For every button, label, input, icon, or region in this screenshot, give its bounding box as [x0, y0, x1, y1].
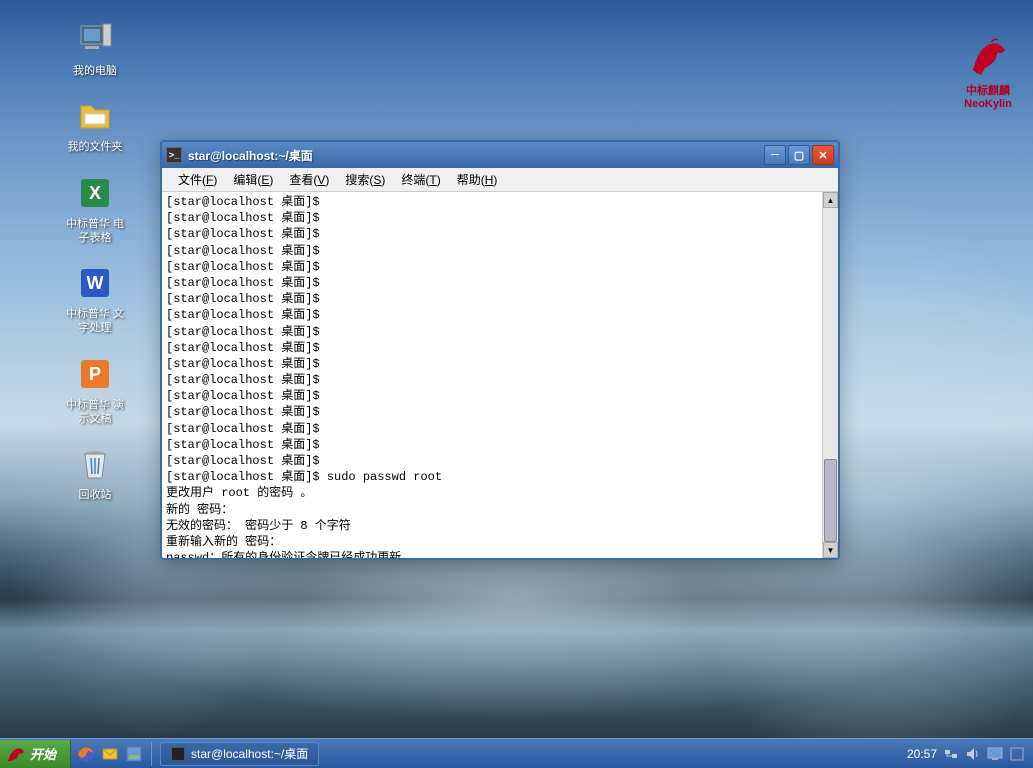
scroll-track[interactable]	[823, 208, 838, 542]
window-titlebar[interactable]: >_ star@localhost:~/桌面 ─ ▢ ✕	[162, 142, 838, 168]
svg-text:X: X	[89, 183, 101, 203]
desktop-icon-label: 我的电脑	[60, 64, 130, 78]
scroll-down-button[interactable]: ▼	[823, 542, 838, 558]
maximize-button[interactable]: ▢	[788, 145, 810, 165]
desktop-icon-presentation[interactable]: P 中标普华 演 示文稿	[60, 354, 130, 427]
window-title: star@localhost:~/桌面	[188, 147, 764, 164]
menu-view[interactable]: 查看(V)	[281, 169, 337, 190]
scroll-up-button[interactable]: ▲	[823, 192, 838, 208]
desktop-icon-label: 我的文件夹	[60, 140, 130, 154]
menubar: 文件(F) 编辑(E) 查看(V) 搜索(S) 终端(T) 帮助(H)	[162, 168, 838, 192]
network-icon[interactable]	[943, 746, 959, 762]
taskbar: 开始 star@localhost:~/桌面 20:57	[0, 738, 1033, 768]
system-tray: 20:57	[899, 746, 1033, 762]
desktop-icon-trash[interactable]: 回收站	[60, 444, 130, 502]
desktop-icon-computer[interactable]: 我的电脑	[60, 20, 130, 78]
desktop-icon-label: 中标普华 文 字处理	[60, 307, 130, 336]
folder-icon	[75, 96, 115, 136]
firefox-icon[interactable]	[75, 743, 97, 765]
menu-edit[interactable]: 编辑(E)	[225, 169, 281, 190]
tray-box-icon[interactable]	[1009, 746, 1025, 762]
desktop-icon-word[interactable]: W 中标普华 文 字处理	[60, 263, 130, 336]
desktop-icons: 我的电脑 我的文件夹 X 中标普华 电 子表格 W 中标普华 文 字处理 P 中…	[60, 20, 130, 503]
terminal-icon: >_	[166, 147, 182, 163]
menu-search[interactable]: 搜索(S)	[337, 169, 393, 190]
taskbar-item-terminal[interactable]: star@localhost:~/桌面	[160, 742, 319, 766]
start-button[interactable]: 开始	[0, 740, 71, 768]
scrollbar[interactable]: ▲ ▼	[822, 192, 838, 558]
distro-watermark: 中标麒麟 NeoKylin	[963, 30, 1013, 110]
taskbar-separator	[151, 742, 152, 766]
svg-text:W: W	[87, 273, 104, 293]
terminal-output[interactable]: [star@localhost 桌面]$ [star@localhost 桌面]…	[162, 192, 822, 558]
quick-launch	[71, 743, 149, 765]
close-button[interactable]: ✕	[812, 145, 834, 165]
mail-icon[interactable]	[99, 743, 121, 765]
start-label: 开始	[30, 744, 56, 763]
trash-icon	[75, 444, 115, 484]
desktop-icon-label: 中标普华 演 示文稿	[60, 398, 130, 427]
word-icon: W	[75, 263, 115, 303]
menu-terminal[interactable]: 终端(T)	[393, 169, 448, 190]
watermark-cn: 中标麒麟	[963, 82, 1013, 98]
desktop-icon-label: 回收站	[60, 488, 130, 502]
start-kylin-icon	[4, 743, 26, 765]
svg-text:P: P	[89, 364, 101, 384]
kylin-icon	[963, 30, 1013, 80]
desktop-icon-folder[interactable]: 我的文件夹	[60, 96, 130, 154]
watermark-en: NeoKylin	[963, 98, 1013, 110]
minimize-button[interactable]: ─	[764, 145, 786, 165]
desktop-icon-label: 中标普华 电 子表格	[60, 217, 130, 246]
presentation-icon: P	[75, 354, 115, 394]
terminal-window: >_ star@localhost:~/桌面 ─ ▢ ✕ 文件(F) 编辑(E)…	[160, 140, 840, 560]
tray-desktop-icon[interactable]	[987, 746, 1003, 762]
menu-help[interactable]: 帮助(H)	[449, 169, 506, 190]
menu-file[interactable]: 文件(F)	[170, 169, 225, 190]
taskbar-item-label: star@localhost:~/桌面	[191, 745, 308, 762]
spreadsheet-icon: X	[75, 173, 115, 213]
terminal-icon	[171, 747, 185, 761]
clock[interactable]: 20:57	[907, 747, 937, 761]
volume-icon[interactable]	[965, 746, 981, 762]
scroll-thumb[interactable]	[824, 459, 837, 543]
show-desktop-icon[interactable]	[123, 743, 145, 765]
desktop-icon-spreadsheet[interactable]: X 中标普华 电 子表格	[60, 173, 130, 246]
computer-icon	[75, 20, 115, 60]
